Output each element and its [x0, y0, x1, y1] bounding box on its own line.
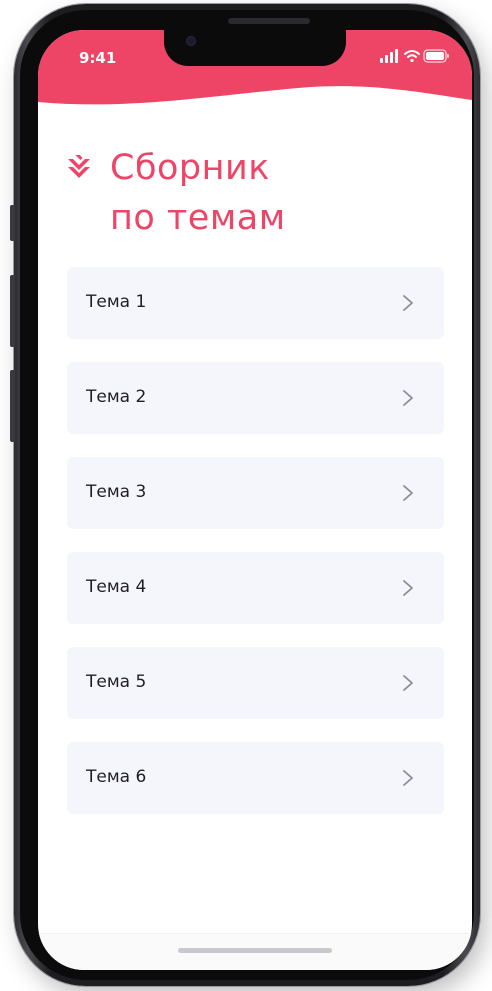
home-indicator-area: [38, 933, 472, 970]
status-icons: [380, 49, 449, 63]
status-bar: 9:41: [38, 30, 472, 86]
app-screen: 9:41 Сборник по темам Тема 1 Тема 2 Тема…: [38, 30, 472, 970]
chevron-right-icon: [403, 580, 413, 596]
topic-label: Тема 6: [86, 767, 147, 787]
earpiece-speaker: [228, 18, 310, 24]
topic-list: Тема 1 Тема 2 Тема 3 Тема 4 Тема 5 Тема …: [67, 267, 444, 837]
topic-label: Тема 2: [86, 387, 147, 407]
silent-switch: [10, 205, 15, 241]
chevron-right-icon: [403, 390, 413, 406]
battery-icon: [423, 49, 449, 63]
topic-item-6[interactable]: Тема 6: [67, 742, 444, 814]
page-title-line-1: Сборник: [110, 148, 270, 188]
chevron-right-icon: [403, 295, 413, 311]
page-title: Сборник по темам: [110, 143, 286, 243]
topic-item-2[interactable]: Тема 2: [67, 362, 444, 434]
cellular-signal-icon: [380, 49, 398, 63]
topic-item-4[interactable]: Тема 4: [67, 552, 444, 624]
topic-label: Тема 3: [86, 482, 147, 502]
chevron-right-icon: [403, 675, 413, 691]
brand-chevron-logo-icon: [68, 155, 90, 178]
topic-item-5[interactable]: Тема 5: [67, 647, 444, 719]
volume-down-button: [10, 370, 15, 442]
chevron-right-icon: [403, 485, 413, 501]
front-camera: [186, 36, 196, 46]
topic-label: Тема 4: [86, 577, 147, 597]
wifi-icon: [404, 50, 420, 63]
page-title-line-2: по темам: [110, 198, 286, 238]
chevron-right-icon: [403, 770, 413, 786]
notch: [164, 30, 346, 66]
home-indicator[interactable]: [178, 948, 332, 953]
topic-label: Тема 5: [86, 672, 147, 692]
topic-label: Тема 1: [86, 292, 147, 312]
status-time: 9:41: [79, 49, 117, 67]
volume-up-button: [10, 275, 15, 347]
topic-item-1[interactable]: Тема 1: [67, 267, 444, 339]
topic-item-3[interactable]: Тема 3: [67, 457, 444, 529]
